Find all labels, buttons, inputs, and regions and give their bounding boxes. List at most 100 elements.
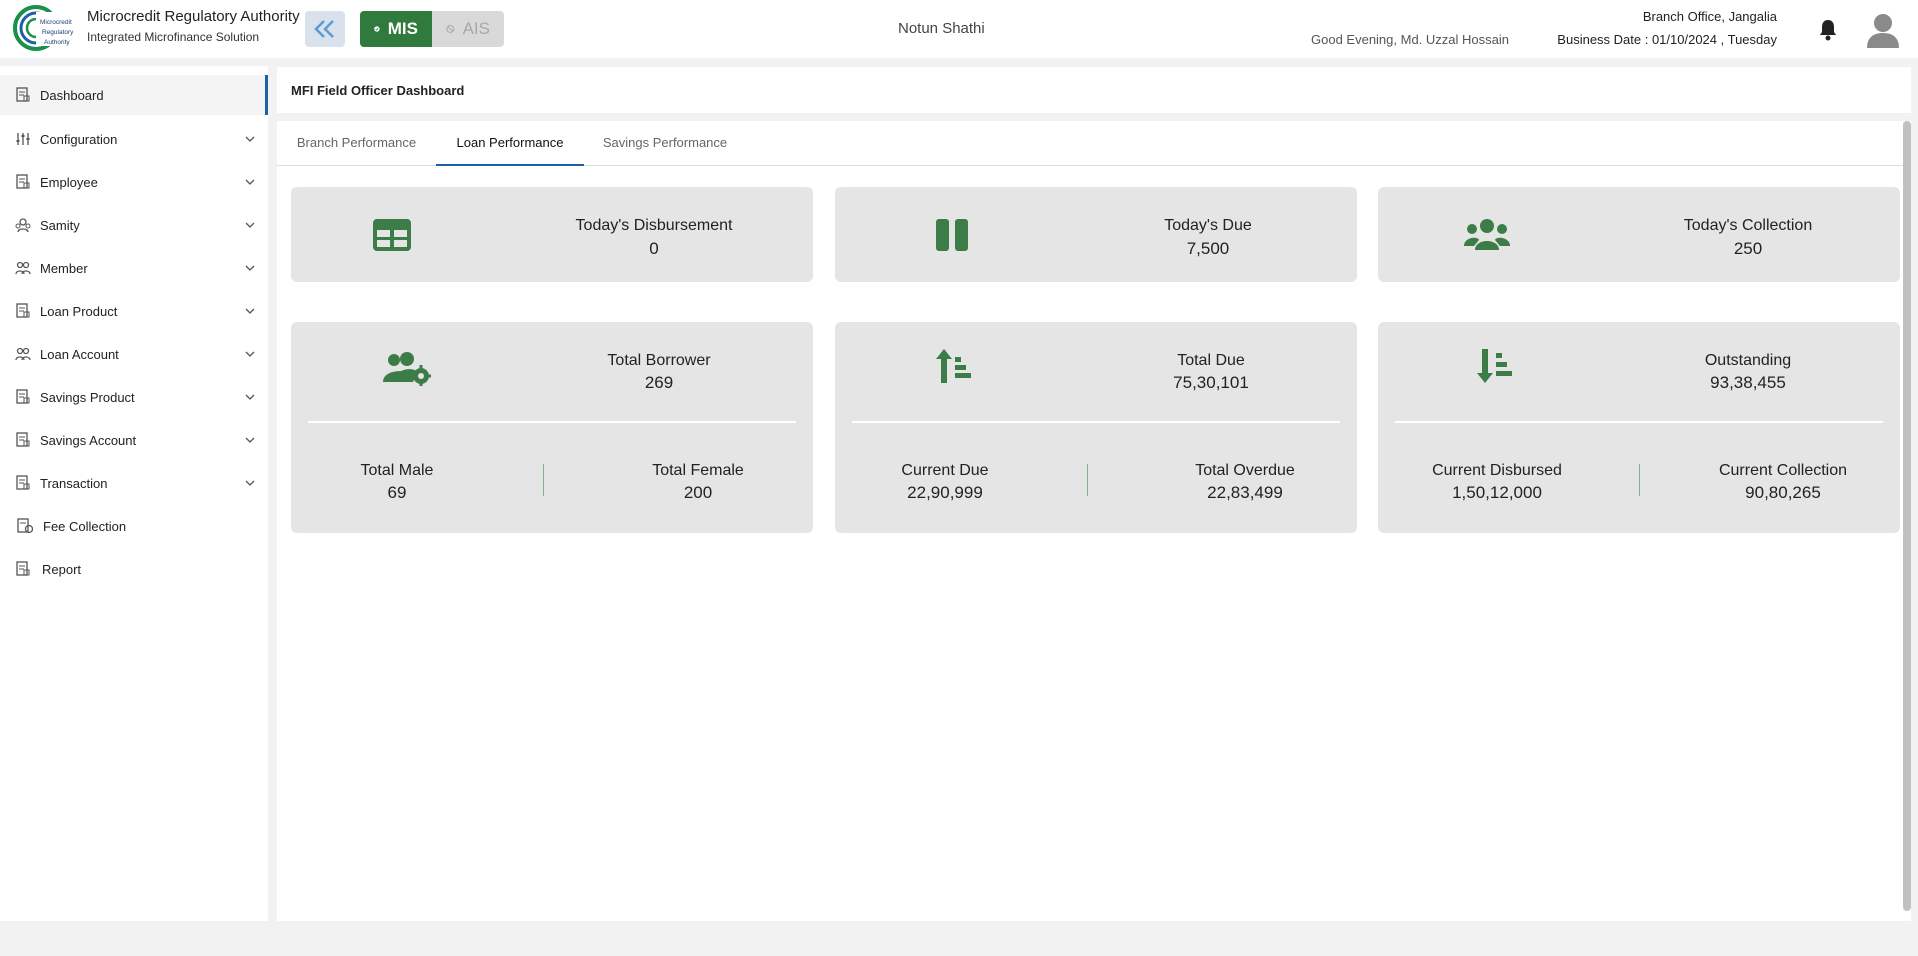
sidebar-item-label: Member [40,260,88,276]
collapse-sidebar-button[interactable] [305,11,345,47]
card-title: Today's Collection [1683,217,1813,234]
sidebar-item-member[interactable]: Member [0,248,268,288]
current-due-value: 22,90,999 [907,483,983,502]
loan-account-icon [15,347,31,361]
footer-bar [0,921,1918,956]
sidebar-item-label: Loan Account [40,346,119,362]
sidebar-item-label: Configuration [40,131,118,147]
sidebar-item-savings-product[interactable]: Savings Product [0,377,268,417]
card-separator [543,464,544,496]
samity-icon [15,218,31,233]
card-title: Total Borrower [607,352,711,369]
current-collection-label: Current Collection [1718,462,1848,479]
chevron-down-icon [245,179,255,185]
total-due-card: Total Due 75,30,101 Current Due 22,90,99… [835,322,1357,533]
sliders-icon [16,133,30,145]
card-title: Today's Disbursement [575,217,733,234]
business-date: Business Date : 01/10/2024 , Tuesday [1557,32,1777,47]
sidebar-item-dashboard[interactable]: Dashboard [0,75,268,115]
sidebar-item-employee[interactable]: Employee [0,162,268,202]
card-separator [1639,464,1640,496]
svg-text:Authority: Authority [44,39,70,46]
current-disbursed-value: 1,50,12,000 [1452,483,1542,502]
sidebar-item-label: Fee Collection [43,518,127,534]
users-gear-icon [383,352,431,386]
ban-icon [446,25,455,33]
ais-mode-button[interactable]: AIS [432,11,504,47]
current-due-label: Current Due [901,462,989,479]
chevron-down-icon [245,394,255,400]
chevron-down-icon [245,308,255,314]
sidebar-item-transaction[interactable]: Transaction [0,463,268,503]
dashboard-icon [16,87,30,102]
card-divider [308,421,796,423]
sidebar-item-label: Report [42,561,82,577]
sidebar-item-savings-account[interactable]: Savings Account [0,420,268,460]
loan-product-icon [16,303,30,318]
savings-product-icon [16,389,30,404]
report-icon [16,561,30,576]
sidebar-item-label: Savings Product [40,389,135,405]
chevron-down-icon [245,136,255,142]
savings-account-icon [16,432,30,447]
chevron-down-icon [245,480,255,486]
pause-icon [936,219,968,251]
table-icon [373,219,411,251]
chevron-down-icon [245,265,255,271]
mis-mode-button[interactable]: MIS [360,11,432,47]
card-value: 0 [649,239,659,258]
check-circle-icon [374,26,380,32]
bell-icon[interactable] [1818,19,1838,41]
sidebar-item-label: Savings Account [40,432,137,448]
todays-due-card: Today's Due 7,500 [835,187,1357,282]
sidebar-item-label: Dashboard [40,87,104,103]
sidebar-item-samity[interactable]: Samity [0,205,268,245]
employee-icon [16,174,30,189]
mode-toggle: MIS AIS [360,11,504,47]
fee-collection-icon [17,518,33,534]
chevron-down-icon [245,351,255,357]
card-separator [1087,464,1088,496]
users-icon [1464,219,1510,250]
card-value: 93,38,455 [1710,373,1786,392]
top-header: Microcredit Regulatory Authority Microcr… [0,0,1918,58]
user-greeting: Good Evening, Md. Uzzal Hossain [1311,32,1509,47]
total-male-value: 69 [387,483,407,502]
tab-bar: Branch Performance Loan Performance Savi… [277,121,1911,166]
card-title: Total Due [1177,352,1245,369]
sidebar-item-loan-account[interactable]: Loan Account [0,334,268,374]
sidebar-item-report[interactable]: Report [0,549,268,589]
ais-label: AIS [462,19,490,38]
app-subtitle: Integrated Microfinance Solution [87,30,260,44]
sidebar-item-label: Loan Product [40,303,118,319]
card-value: 75,30,101 [1173,373,1249,392]
card-value: 250 [1733,239,1763,258]
mra-logo: Microcredit Regulatory Authority [13,5,76,51]
sidebar-item-label: Employee [40,174,98,190]
mis-label: MIS [387,19,418,38]
total-overdue-value: 22,83,499 [1207,483,1283,502]
total-overdue-label: Total Overdue [1195,462,1295,479]
sidebar-item-fee-collection[interactable]: Fee Collection [0,506,268,546]
sidebar-item-configuration[interactable]: Configuration [0,119,268,159]
user-avatar-icon[interactable] [1866,12,1900,48]
total-borrower-card: Total Borrower 269 Total Male 69 Total F… [291,322,813,533]
page-title-bar: MFI Field Officer Dashboard [277,67,1911,113]
sort-down-icon [1477,349,1512,383]
tab-branch-performance[interactable]: Branch Performance [277,121,436,166]
todays-collection-card: Today's Collection 250 [1378,187,1900,282]
transaction-icon [16,475,30,490]
svg-text:Microcredit: Microcredit [40,19,72,26]
tab-savings-performance[interactable]: Savings Performance [584,121,746,166]
org-name: Microcredit Regulatory Authority [87,8,300,25]
vertical-scrollbar[interactable] [1903,121,1911,911]
chevron-down-icon [245,437,255,443]
tab-loan-performance[interactable]: Loan Performance [436,121,584,166]
sidebar-item-loan-product[interactable]: Loan Product [0,291,268,331]
sidebar-item-label: Samity [40,217,80,233]
card-value: 269 [644,373,674,392]
total-female-value: 200 [683,483,713,502]
branch-name: Branch Office, Jangalia [1642,9,1777,24]
organization-title: Notun Shathi [898,20,985,37]
card-title: Today's Due [1164,217,1252,234]
